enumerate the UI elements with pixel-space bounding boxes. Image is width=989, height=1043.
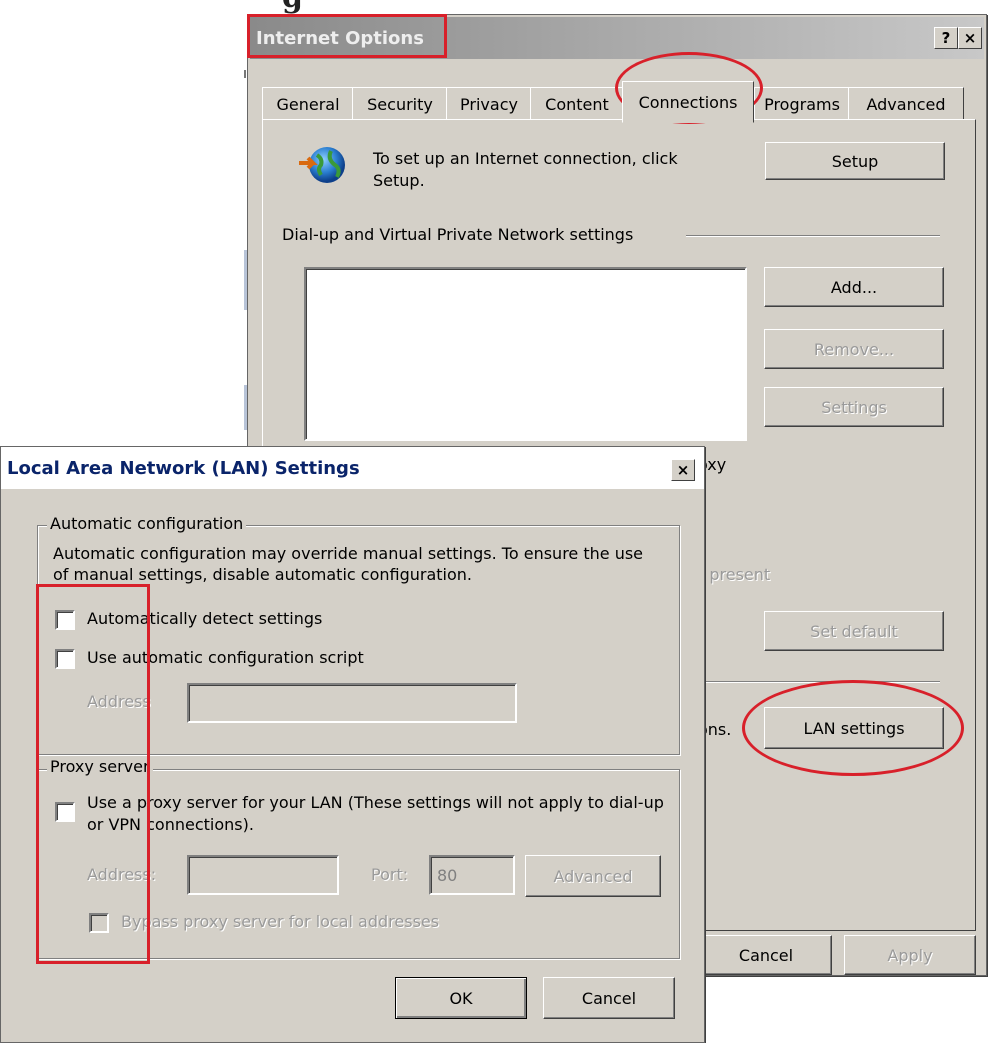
set-default-button[interactable]: Set default: [764, 611, 944, 651]
remove-button[interactable]: Remove...: [764, 329, 944, 369]
tab-label: Programs: [764, 94, 840, 114]
ok-button-label: OK: [449, 988, 473, 1008]
proxy-address-field[interactable]: [187, 855, 339, 895]
dialup-group-label: Dial-up and Virtual Private Network sett…: [282, 225, 634, 244]
ok-button[interactable]: OK: [395, 977, 527, 1019]
tab-label: Security: [367, 94, 433, 114]
use-proxy-label: Use a proxy server for your LAN (These s…: [87, 793, 664, 834]
help-icon[interactable]: ?: [934, 27, 958, 49]
tab-advanced[interactable]: Advanced: [848, 87, 964, 121]
setup-button[interactable]: Setup: [765, 142, 945, 180]
auto-address-field[interactable]: [187, 683, 517, 723]
tab-connections[interactable]: Connections: [622, 81, 754, 123]
cancel-button[interactable]: Cancel: [700, 935, 832, 975]
tab-label: General: [276, 94, 340, 114]
tab-label: Advanced: [866, 94, 946, 114]
tab-programs[interactable]: Programs: [754, 87, 850, 121]
setup-button-label: Setup: [831, 151, 879, 171]
auto-config-description: Automatic configuration may override man…: [53, 544, 644, 584]
apply-button-label: Apply: [887, 945, 933, 965]
background-divider: [244, 70, 246, 78]
tab-label: Privacy: [460, 94, 518, 114]
tab-content[interactable]: Content: [530, 87, 624, 121]
checkbox-column-highlight: [36, 584, 150, 964]
apply-button[interactable]: Apply: [844, 935, 976, 975]
remove-button-label: Remove...: [813, 339, 895, 359]
settings-button-label: Settings: [821, 397, 887, 417]
globe-network-icon: [295, 141, 347, 191]
lan-cancel-button-label: Cancel: [581, 988, 637, 1008]
bypass-label: Bypass proxy server for local addresses: [121, 912, 440, 931]
settings-button[interactable]: Settings: [764, 387, 944, 427]
tab-label: Content: [545, 94, 609, 114]
lan-cancel-button[interactable]: Cancel: [543, 977, 675, 1019]
auto-config-legend: Automatic configuration: [47, 514, 247, 533]
connections-listbox[interactable]: [304, 267, 747, 441]
dialup-group-line: [686, 235, 940, 237]
tab-general[interactable]: General: [262, 87, 354, 121]
lan-dialog-title: Local Area Network (LAN) Settings: [7, 457, 360, 479]
port-field[interactable]: 80: [429, 855, 515, 895]
lan-settings-highlight: [742, 680, 964, 776]
tab-privacy[interactable]: Privacy: [446, 87, 532, 121]
close-icon[interactable]: ×: [958, 27, 982, 49]
tab-label: Connections: [638, 92, 738, 112]
tab-security[interactable]: Security: [352, 87, 448, 121]
setup-description: To set up an Internet connection, click …: [373, 149, 678, 190]
cancel-button-label: Cancel: [738, 945, 794, 965]
advanced-button[interactable]: Advanced: [525, 855, 661, 897]
lan-title-bar[interactable]: Local Area Network (LAN) Settings: [1, 447, 704, 489]
port-value: 80: [437, 865, 458, 885]
title-highlight-box: [247, 14, 447, 58]
add-button-label: Add...: [830, 277, 878, 297]
close-icon[interactable]: ×: [671, 459, 695, 481]
add-button[interactable]: Add...: [764, 267, 944, 307]
set-default-button-label: Set default: [810, 621, 898, 641]
port-label: Port:: [371, 865, 409, 884]
advanced-button-label: Advanced: [553, 866, 633, 886]
partial-present-text: t present: [698, 565, 771, 584]
